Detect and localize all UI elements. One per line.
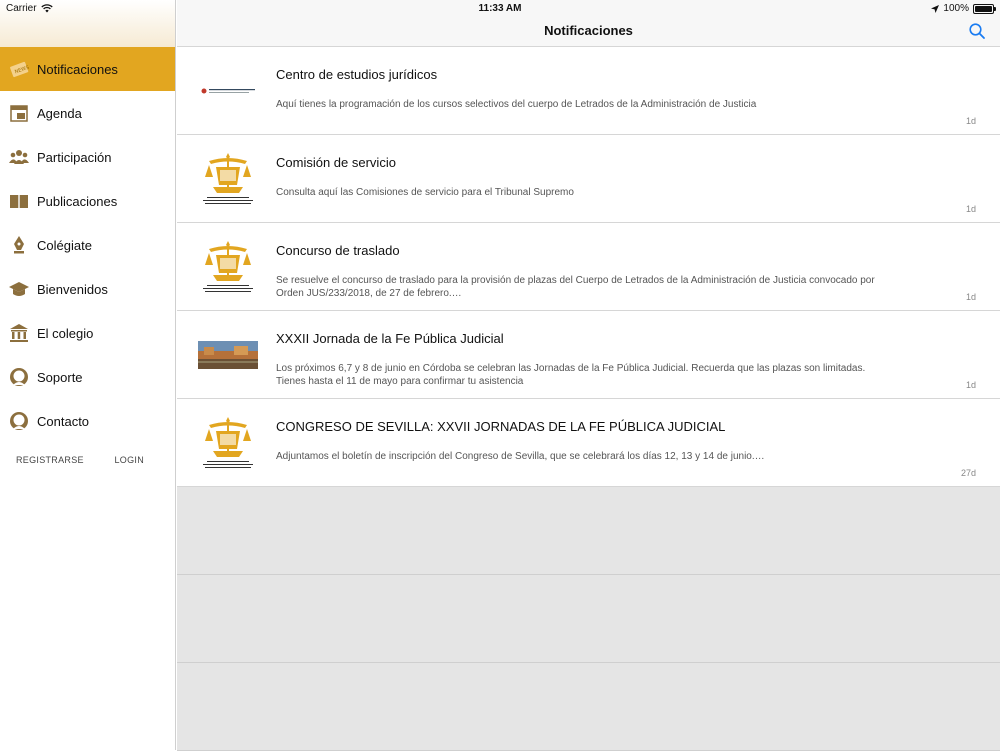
notification-time: 1d [965,292,976,302]
notification-body: Los próximos 6,7 y 8 de junio en Córdoba… [276,363,866,387]
sidebar-item-label: Soporte [37,369,83,385]
notification-body: Aquí tienes la programación de los curso… [276,99,757,110]
sidebar-item-label: Contacto [37,413,90,429]
notification-title: Centro de estudios jurídicos [276,67,438,82]
sidebar-item-label: Notificaciones [37,61,118,77]
notification-row[interactable]: Comisión de servicio Consulta aquí las C… [177,135,1000,223]
support-agent-icon [8,366,30,388]
sidebar-item-agenda[interactable]: Agenda [0,91,175,135]
notification-body: Adjuntamos el boletín de inscripción del… [276,451,765,462]
sidebar: NEWS Notificaciones Agenda Participación… [0,0,176,750]
sidebar-item-label: El colegio [37,325,94,341]
notification-body: Consulta aquí las Comisiones de servicio… [276,187,574,198]
sidebar-item-el-colegio[interactable]: El colegio [0,311,175,355]
main-panel: Notificaciones Centro de estudios jurídi… [177,0,1000,751]
notification-title: Comisión de servicio [276,155,396,170]
sidebar-item-bienvenidos[interactable]: Bienvenidos [0,267,175,311]
contact-agent-icon [8,410,30,432]
notification-title: XXXII Jornada de la Fe Pública Judicial [276,331,504,346]
crest-logo [198,415,258,471]
notification-list: Centro de estudios jurídicos Aquí tienes… [177,47,1000,751]
login-link[interactable]: LOGIN [114,455,144,465]
status-bar: Carrier 11:33 AM 100% [0,0,1000,18]
notification-body: Se resuelve el concurso de traslado para… [276,275,875,299]
sidebar-item-contacto[interactable]: Contacto [0,399,175,443]
notification-time: 1d [965,204,976,214]
empty-row [177,663,1000,751]
sidebar-item-participacion[interactable]: Participación [0,135,175,179]
location-arrow-icon [931,4,940,13]
register-link[interactable]: REGISTRARSE [16,455,84,465]
pen-nib-icon [8,234,30,256]
sidebar-item-label: Participación [37,149,112,165]
photo-thumbnail [198,327,258,383]
page-title: Notificaciones [544,23,633,38]
book-icon [8,190,30,212]
crest-logo [198,239,258,295]
people-icon [8,146,30,168]
sidebar-item-label: Agenda [37,105,82,121]
battery-icon [973,3,996,14]
notification-title: Concurso de traslado [276,243,400,258]
news-icon: NEWS [8,58,30,80]
sidebar-item-notificaciones[interactable]: NEWS Notificaciones [0,47,175,91]
empty-row [177,575,1000,663]
banner-thumbnail [198,63,258,119]
sidebar-item-soporte[interactable]: Soporte [0,355,175,399]
notification-title: CONGRESO DE SEVILLA: XXVII JORNADAS DE L… [276,419,726,434]
notification-time: 1d [965,116,976,126]
auth-links: REGISTRARSE LOGIN [0,443,175,465]
sidebar-item-colegiate[interactable]: Colégiate [0,223,175,267]
battery-percent: 100% [943,3,969,14]
sidebar-item-label: Publicaciones [37,193,118,209]
notification-row[interactable]: Concurso de traslado Se resuelve el conc… [177,223,1000,311]
crest-logo [198,151,258,207]
sidebar-item-label: Colégiate [37,237,92,253]
notification-row[interactable]: Centro de estudios jurídicos Aquí tienes… [177,47,1000,135]
search-icon[interactable] [968,22,986,40]
clock: 11:33 AM [478,3,522,14]
notification-time: 27d [960,468,976,478]
notification-row[interactable]: CONGRESO DE SEVILLA: XXVII JORNADAS DE L… [177,399,1000,487]
sidebar-item-publicaciones[interactable]: Publicaciones [0,179,175,223]
sidebar-item-label: Bienvenidos [37,281,108,297]
notification-time: 1d [965,380,976,390]
calendar-icon [8,102,30,124]
notification-row[interactable]: XXXII Jornada de la Fe Pública Judicial … [177,311,1000,399]
institution-icon [8,322,30,344]
graduation-cap-icon [8,278,30,300]
empty-row [177,487,1000,575]
